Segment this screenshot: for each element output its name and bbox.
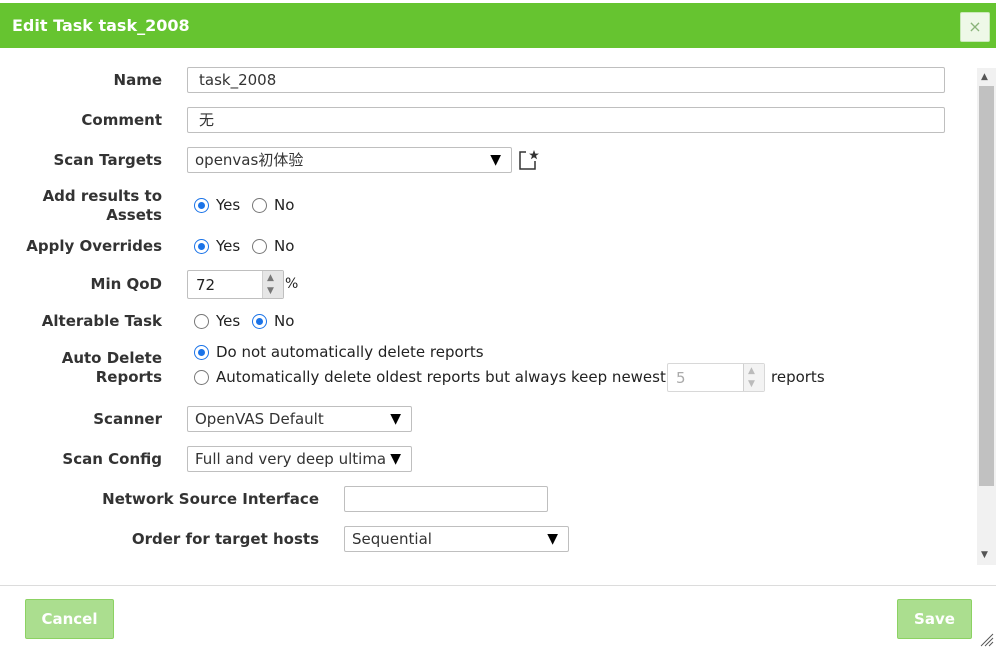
auto-delete-none-label: Do not automatically delete reports xyxy=(216,343,484,361)
add-results-no-label: No xyxy=(274,196,295,214)
arrow-down-icon[interactable]: ▼ xyxy=(748,379,755,389)
alterable-no-radio[interactable] xyxy=(252,314,267,329)
apply-overrides-yes-radio[interactable] xyxy=(194,239,209,254)
scanner-value: OpenVAS Default xyxy=(195,410,324,428)
add-results-yes-label: Yes xyxy=(216,196,241,214)
name-input[interactable]: task_2008 xyxy=(187,67,945,93)
add-results-label-line2: Assets xyxy=(106,206,162,224)
apply-overrides-yes-label: Yes xyxy=(216,237,241,255)
scan-config-select[interactable]: Full and very deep ultima ▼ xyxy=(187,446,412,472)
scan-targets-label: Scan Targets xyxy=(53,151,162,169)
resize-grip-icon[interactable] xyxy=(978,631,994,647)
scan-targets-select[interactable]: openvas初体验 ▼ xyxy=(187,147,512,173)
scan-targets-value: openvas初体验 xyxy=(195,151,304,169)
save-button[interactable]: Save xyxy=(897,599,972,639)
dialog-header: Edit Task task_2008 × xyxy=(0,3,996,48)
apply-overrides-no-radio[interactable] xyxy=(252,239,267,254)
auto-delete-keep-suffix: reports xyxy=(771,368,825,386)
auto-delete-label-line1: Auto Delete xyxy=(61,349,162,367)
min-qod-unit: % xyxy=(285,276,299,292)
apply-overrides-no-label: No xyxy=(274,237,295,255)
apply-overrides-label: Apply Overrides xyxy=(26,237,162,255)
scrollbar-thumb[interactable] xyxy=(979,86,994,486)
cancel-button[interactable]: Cancel xyxy=(25,599,114,639)
dialog-title: Edit Task task_2008 xyxy=(12,16,190,35)
scanner-select[interactable]: OpenVAS Default ▼ xyxy=(187,406,412,432)
order-target-hosts-label: Order for target hosts xyxy=(131,530,319,548)
alterable-yes-label: Yes xyxy=(216,312,241,330)
order-target-hosts-select[interactable]: Sequential ▼ xyxy=(344,526,569,552)
auto-delete-keep-stepper[interactable]: ▲ ▼ xyxy=(743,364,764,391)
add-results-yes-radio[interactable] xyxy=(194,198,209,213)
scroll-up-icon[interactable]: ▲ xyxy=(981,72,988,82)
arrow-up-icon[interactable]: ▲ xyxy=(267,273,274,283)
scan-config-value: Full and very deep ultima xyxy=(195,450,387,468)
auto-delete-keep-radio[interactable] xyxy=(194,370,209,385)
scan-config-label: Scan Config xyxy=(62,450,162,468)
alterable-no-label: No xyxy=(274,312,295,330)
vertical-scrollbar[interactable]: ▲ ▼ xyxy=(977,68,996,565)
chevron-down-icon: ▼ xyxy=(547,531,558,547)
auto-delete-keep-value: 5 xyxy=(676,369,686,387)
arrow-up-icon[interactable]: ▲ xyxy=(748,366,755,376)
add-results-label-line1: Add results to xyxy=(42,187,162,205)
name-label: Name xyxy=(113,71,162,89)
chevron-down-icon: ▼ xyxy=(390,411,401,427)
auto-delete-label-line2: Reports xyxy=(95,368,162,386)
network-source-interface-input[interactable] xyxy=(344,486,548,512)
min-qod-stepper[interactable]: ▲ ▼ xyxy=(262,271,283,298)
footer-divider xyxy=(0,585,996,586)
auto-delete-keep-spinner[interactable]: 5 ▲ ▼ xyxy=(667,363,765,392)
close-icon: × xyxy=(968,17,982,36)
scanner-label: Scanner xyxy=(93,410,162,428)
add-results-no-radio[interactable] xyxy=(252,198,267,213)
min-qod-label: Min QoD xyxy=(90,275,162,293)
alterable-task-label: Alterable Task xyxy=(41,312,162,330)
comment-label: Comment xyxy=(81,111,162,129)
scroll-down-icon[interactable]: ▼ xyxy=(981,550,988,560)
close-button[interactable]: × xyxy=(960,12,990,42)
alterable-yes-radio[interactable] xyxy=(194,314,209,329)
auto-delete-none-radio[interactable] xyxy=(194,345,209,360)
arrow-down-icon[interactable]: ▼ xyxy=(267,286,274,296)
chevron-down-icon: ▼ xyxy=(388,447,401,471)
order-target-hosts-value: Sequential xyxy=(352,530,432,548)
network-source-interface-label: Network Source Interface xyxy=(102,490,319,508)
min-qod-value: 72 xyxy=(196,276,216,294)
min-qod-spinner[interactable]: 72 ▲ ▼ xyxy=(187,270,284,299)
new-target-icon[interactable] xyxy=(518,149,540,171)
chevron-down-icon: ▼ xyxy=(490,152,501,168)
comment-input[interactable]: 无 xyxy=(187,107,945,133)
auto-delete-keep-label: Automatically delete oldest reports but … xyxy=(216,368,666,386)
